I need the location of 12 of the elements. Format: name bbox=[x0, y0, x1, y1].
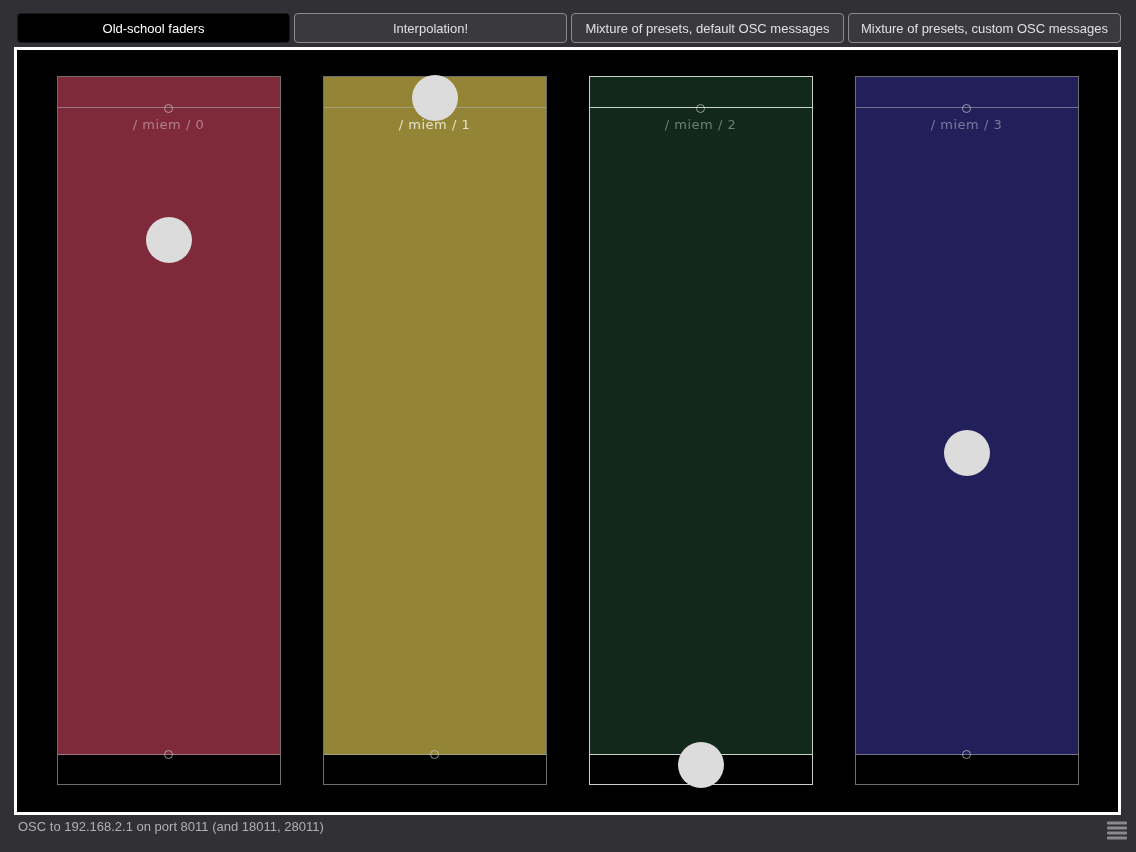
fader-label: / miem / 2 bbox=[663, 117, 738, 132]
menu-icon[interactable] bbox=[1107, 821, 1127, 841]
tab[interactable]: Mixture of presets, custom OSC messages bbox=[848, 13, 1121, 43]
fader-label: / miem / 1 bbox=[397, 117, 472, 132]
fader[interactable]: / miem / 2 bbox=[588, 76, 813, 785]
fader-label: / miem / 3 bbox=[929, 117, 1004, 132]
fader-label: / miem / 0 bbox=[131, 117, 206, 132]
tab[interactable]: Interpolation! bbox=[294, 13, 567, 43]
status-text: OSC to 192.168.2.1 on port 8011 (and 18011, 28011) bbox=[18, 819, 324, 834]
tab[interactable]: Old-school faders bbox=[17, 13, 290, 43]
tab[interactable]: Mixture of presets, default OSC messages bbox=[571, 13, 844, 43]
fader[interactable]: / miem / 3 bbox=[854, 76, 1079, 785]
